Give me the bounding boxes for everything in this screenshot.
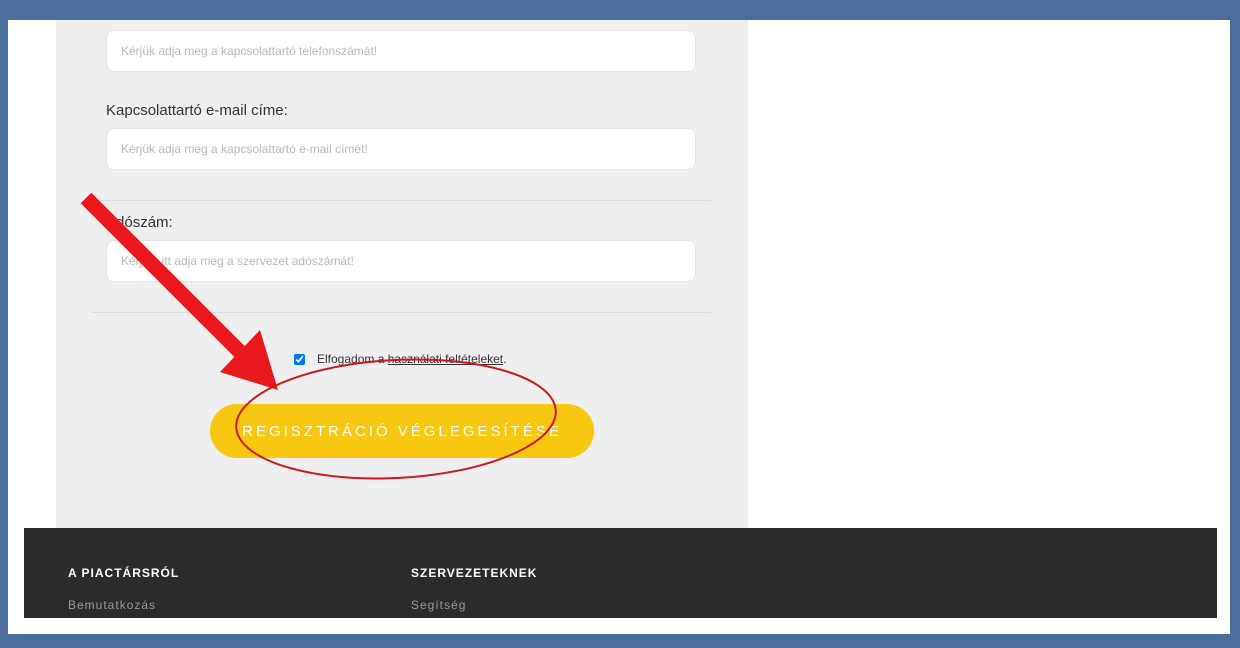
terms-row: Elfogadom a használati feltételeket. bbox=[294, 352, 506, 366]
finalize-registration-button[interactable]: REGISZTRÁCIÓ VÉGLEGESÍTÉSE bbox=[210, 404, 594, 458]
terms-checkbox[interactable] bbox=[294, 353, 305, 365]
divider bbox=[91, 312, 711, 313]
email-label: Kapcsolattartó e-mail címe: bbox=[106, 102, 288, 119]
email-field[interactable] bbox=[106, 128, 696, 170]
tax-number-label: Adószám: bbox=[106, 214, 173, 231]
footer: A PIACTÁRSRÓL Bemutatkozás SZERVEZETEKNE… bbox=[24, 528, 1217, 618]
phone-field[interactable] bbox=[106, 30, 696, 72]
footer-column-organizations: SZERVEZETEKNEK Segítség bbox=[411, 566, 537, 612]
top-border bbox=[8, 8, 1230, 20]
screenshot-frame: Kapcsolattartó e-mail címe: Adószám: Elf… bbox=[8, 8, 1230, 634]
footer-heading: A PIACTÁRSRÓL bbox=[68, 566, 180, 580]
terms-text: Elfogadom a használati feltételeket. bbox=[317, 352, 506, 366]
terms-link[interactable]: használati feltételeket bbox=[388, 352, 503, 366]
divider bbox=[91, 200, 711, 201]
footer-heading: SZERVEZETEKNEK bbox=[411, 566, 538, 580]
footer-link[interactable]: Bemutatkozás bbox=[68, 598, 179, 612]
terms-prefix: Elfogadom a bbox=[317, 352, 388, 366]
tax-number-field[interactable] bbox=[106, 240, 696, 282]
terms-suffix: . bbox=[503, 352, 507, 366]
page: Kapcsolattartó e-mail címe: Adószám: Elf… bbox=[24, 20, 1217, 618]
footer-link[interactable]: Segítség bbox=[411, 598, 537, 612]
registration-form: Kapcsolattartó e-mail címe: Adószám: Elf… bbox=[56, 20, 748, 528]
footer-column-about: A PIACTÁRSRÓL Bemutatkozás bbox=[68, 566, 179, 612]
